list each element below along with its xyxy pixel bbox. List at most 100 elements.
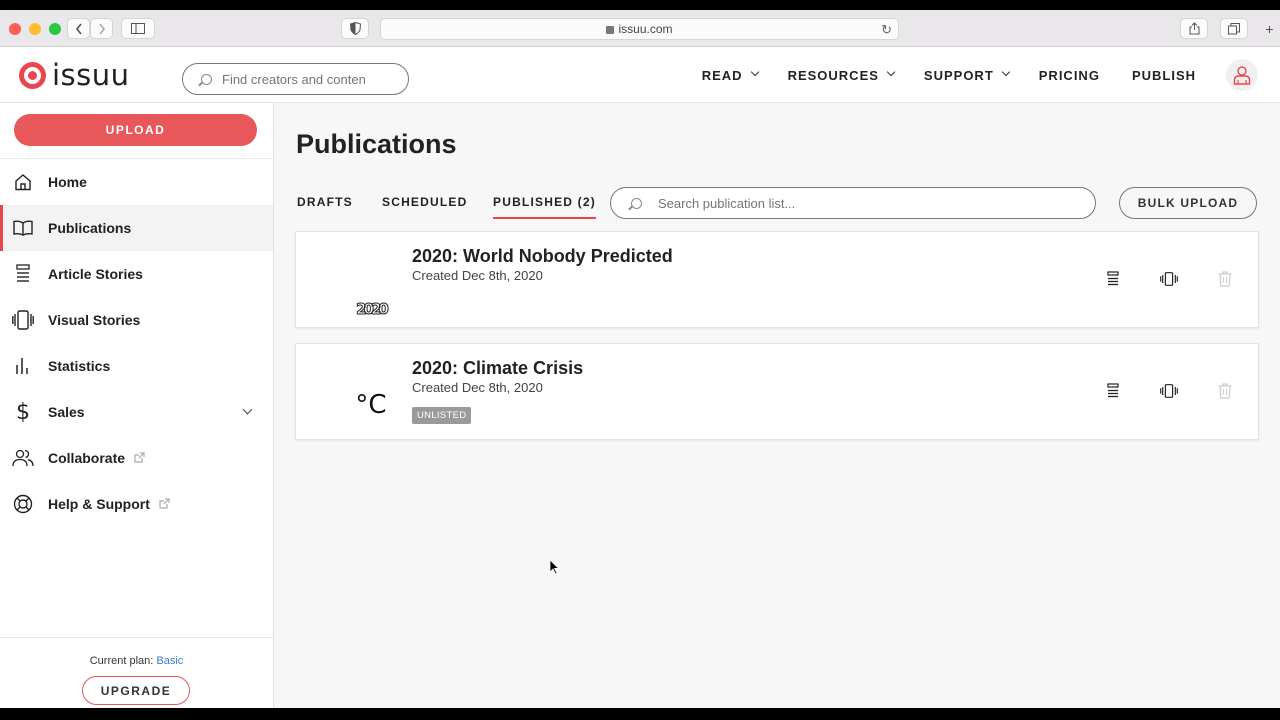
publication-actions <box>1066 382 1234 400</box>
nav-support-label: SUPPORT <box>923 67 994 83</box>
plan-prefix: Current plan: <box>89 655 154 667</box>
share-icon[interactable] <box>1180 18 1208 39</box>
tab-scheduled[interactable]: SCHEDULED <box>382 195 467 217</box>
external-link-icon <box>159 498 170 512</box>
privacy-shield-icon[interactable] <box>341 18 369 39</box>
sidebar-item-publications[interactable]: Publications <box>0 205 273 251</box>
article-icon <box>12 264 34 284</box>
zoom-window-button[interactable] <box>49 23 61 35</box>
sidebar-item-label: Statistics <box>48 358 111 374</box>
chevron-down-icon <box>886 67 896 77</box>
sidebar-item-home[interactable]: Home <box>0 159 273 205</box>
sidebar-item-label: Help & Support <box>48 496 170 512</box>
tab-published[interactable]: PUBLISHED (2) <box>493 195 596 219</box>
nav-read-label: READ <box>701 67 743 83</box>
publication-thumbnail[interactable]: °C <box>330 352 412 434</box>
global-search-input[interactable] <box>222 71 392 87</box>
sidebar-item-help-support[interactable]: Help & Support <box>0 481 273 527</box>
external-link-icon <box>134 452 145 466</box>
unlisted-badge: UNLISTED <box>412 407 472 424</box>
nav-publish-label: PUBLISH <box>1131 67 1196 83</box>
back-button[interactable] <box>67 18 90 39</box>
upload-button[interactable]: UPLOAD <box>14 114 257 146</box>
nav-resources[interactable]: RESOURCES <box>787 67 896 83</box>
sidebar-item-label: Publications <box>48 220 132 236</box>
sidebar-item-collaborate[interactable]: Collaborate <box>0 435 273 481</box>
sidebar-item-statistics[interactable]: Statistics <box>0 343 273 389</box>
new-tab-icon[interactable]: + <box>1259 18 1280 39</box>
publication-card[interactable]: °C 2020: Climate Crisis Created Dec 8th,… <box>295 343 1259 440</box>
thumbnail-text: °C <box>355 390 387 420</box>
users-icon <box>12 448 34 468</box>
logo-icon <box>19 62 46 89</box>
publication-search[interactable] <box>610 187 1096 219</box>
create-visual-story-button[interactable] <box>1160 270 1178 288</box>
publication-created-date: Created Dec 8th, 2020 <box>412 268 543 283</box>
current-plan: Current plan: Basic <box>0 655 273 667</box>
nav-read[interactable]: READ <box>701 67 759 83</box>
forward-button[interactable] <box>90 18 113 39</box>
chevron-down-icon <box>750 67 759 77</box>
main-nav: READ RESOURCES SUPPORT PRICING PUBLISH <box>702 47 1280 103</box>
trash-icon <box>1218 383 1232 399</box>
sidebar-item-label: Sales <box>48 404 85 420</box>
sidebar-item-label: Collaborate <box>48 450 145 466</box>
delete-publication-button[interactable] <box>1216 382 1234 400</box>
sidebar-nav: Home Publications Article Stories Visual… <box>0 158 273 527</box>
nav-pricing-label: PRICING <box>1038 67 1100 83</box>
sidebar-toggle-button[interactable] <box>121 18 155 39</box>
global-search[interactable] <box>182 63 409 95</box>
upgrade-button[interactable]: UPGRADE <box>82 676 190 705</box>
article-icon <box>1107 271 1119 286</box>
tabs-overview-icon[interactable] <box>1220 18 1248 39</box>
bar-chart-icon <box>12 356 34 376</box>
reload-icon[interactable]: ↻ <box>881 22 892 38</box>
nav-pricing[interactable]: PRICING <box>1039 68 1100 83</box>
search-icon <box>631 197 642 209</box>
search-icon <box>201 73 212 85</box>
browser-toolbar: issuu.com ↻ + <box>0 10 1280 47</box>
article-icon <box>1107 383 1119 398</box>
help-support-text: Help & Support <box>48 496 150 512</box>
publication-title[interactable]: 2020: World Nobody Predicted <box>412 246 673 267</box>
home-icon <box>12 172 34 192</box>
logo-text: issuu <box>52 58 130 92</box>
nav-publish[interactable]: PUBLISH <box>1132 68 1196 83</box>
publication-search-input[interactable] <box>658 195 1078 211</box>
book-icon <box>12 218 34 238</box>
visual-stories-icon <box>1160 384 1178 398</box>
create-visual-story-button[interactable] <box>1160 382 1178 400</box>
thumbnail-text: 2020 <box>356 300 390 319</box>
tab-drafts[interactable]: DRAFTS <box>297 195 353 217</box>
sidebar-item-article-stories[interactable]: Article Stories <box>0 251 273 297</box>
nav-support[interactable]: SUPPORT <box>923 67 1011 83</box>
collaborate-text: Collaborate <box>48 450 126 466</box>
issuu-logo[interactable]: issuu <box>19 58 130 92</box>
minimize-window-button[interactable] <box>29 23 41 35</box>
address-bar[interactable]: issuu.com ↻ <box>380 18 899 40</box>
publication-created-date: Created Dec 8th, 2020 <box>412 380 543 395</box>
bulk-upload-button[interactable]: BULK UPLOAD <box>1119 187 1257 219</box>
publication-card[interactable]: 2020 2020: World Nobody Predicted Create… <box>295 231 1259 328</box>
browser-window: issuu.com ↻ + issuu READ RESOURCES <box>0 10 1280 708</box>
user-avatar[interactable] <box>1226 59 1258 91</box>
close-window-button[interactable] <box>9 23 21 35</box>
chevron-down-icon[interactable] <box>242 404 253 415</box>
chevron-down-icon <box>1001 67 1011 77</box>
publication-title[interactable]: 2020: Climate Crisis <box>412 358 583 379</box>
dollar-icon: $ <box>16 399 30 425</box>
create-article-story-button[interactable] <box>1104 382 1122 400</box>
sidebar-item-sales[interactable]: $ Sales <box>0 389 273 435</box>
plan-name-link[interactable]: Basic <box>156 655 183 667</box>
create-article-story-button[interactable] <box>1104 270 1122 288</box>
publication-actions <box>1066 270 1234 288</box>
sidebar-item-label: Article Stories <box>48 266 143 282</box>
sidebar-item-visual-stories[interactable]: Visual Stories <box>0 297 273 343</box>
publication-thumbnail[interactable]: 2020 <box>330 240 412 322</box>
mouse-cursor-icon <box>549 559 559 575</box>
lock-icon <box>606 26 615 34</box>
nav-resources-label: RESOURCES <box>787 67 879 83</box>
trash-icon <box>1218 271 1232 287</box>
delete-publication-button[interactable] <box>1216 270 1234 288</box>
sidebar-item-label: Visual Stories <box>48 312 141 328</box>
